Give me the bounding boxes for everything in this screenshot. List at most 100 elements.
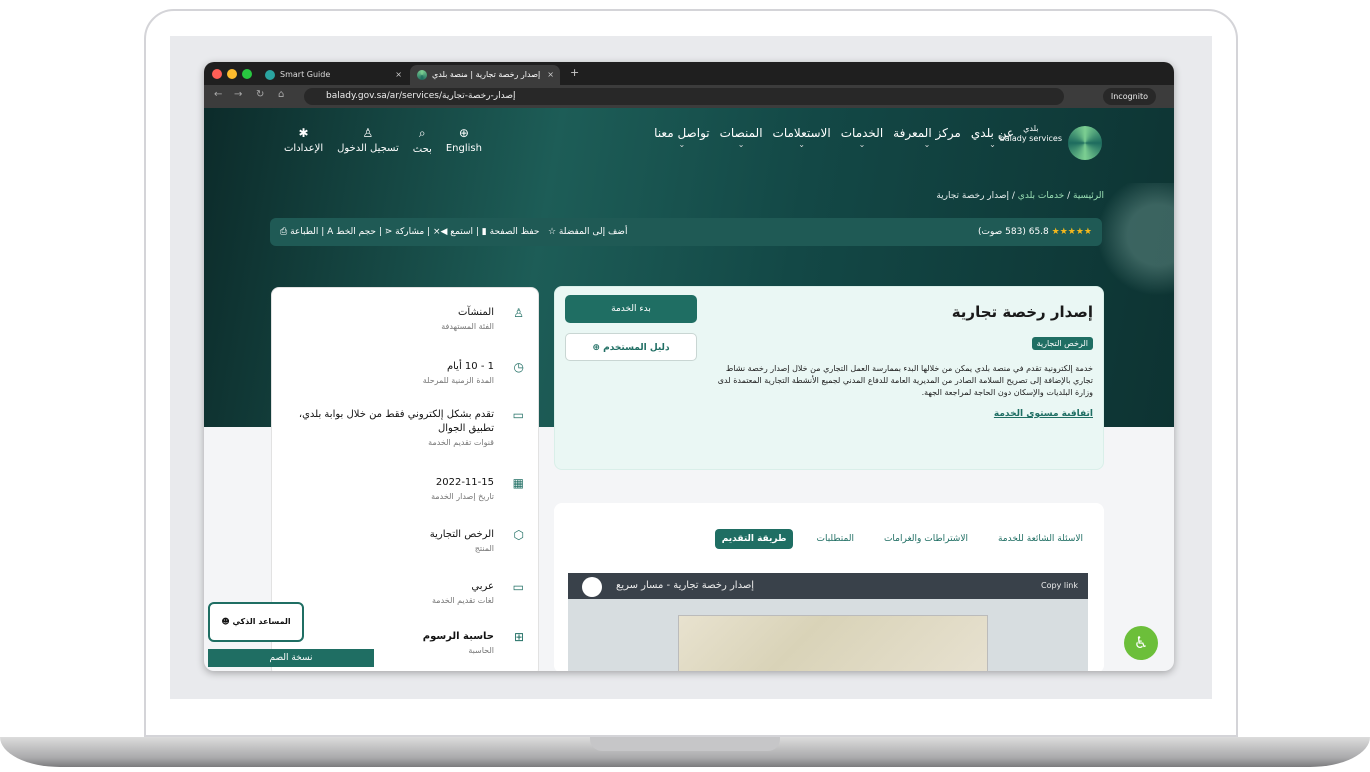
monitor-icon: ▭ (512, 580, 524, 594)
nav-contact[interactable]: تواصل معنا ⌄ (654, 126, 709, 149)
tool-label: بحث (412, 144, 432, 155)
user-icon: ♙ (513, 306, 524, 320)
palm-decoration (1094, 183, 1174, 313)
tab-how-to-apply[interactable]: طريقة التقديم (714, 529, 794, 549)
nav-platforms[interactable]: المنصات ⌄ (720, 126, 763, 149)
service-title: إصدار رخصة تجارية (951, 303, 1093, 321)
nav-label: مركز المعرفة (893, 126, 961, 140)
service-description: خدمة إلكترونية تقدم في منصة بلدي يمكن من… (717, 364, 1093, 397)
tab-requirements[interactable]: المتطلبات (809, 529, 860, 549)
user-guide-button[interactable]: ⊕ دليل المستخدم (565, 333, 697, 361)
info-title: عربي (471, 581, 494, 592)
box-icon: ⬡ (513, 528, 524, 542)
nav-about[interactable]: عن بلدي ⌄ (971, 126, 1014, 149)
info-sub: تاريخ إصدار الخدمة (431, 492, 494, 501)
smart-assistant-button[interactable]: ☻ المساعد الذكي (208, 602, 304, 642)
service-card: إصدار رخصة تجارية الرخص التجارية خدمة إل… (554, 286, 1104, 470)
incognito-label: Incognito (1110, 92, 1148, 101)
tab-close-icon[interactable]: × (547, 65, 554, 85)
listen-button[interactable]: استمع (450, 227, 473, 237)
info-channels: ▭ تقدم بشكل إلكتروني فقط من خلال بوابة بل… (284, 408, 524, 449)
chevron-down-icon: ⌄ (737, 140, 745, 149)
tab-title: Smart Guide (280, 70, 331, 79)
content-tabs: طريقة التقديم المتطلبات الاشتراطات والغر… (714, 529, 1090, 549)
breadcrumb: الرئيسية / خدمات بلدي / إصدار رخصة تجاري… (936, 191, 1104, 201)
nav-knowledge[interactable]: مركز المعرفة ⌄ (893, 126, 961, 149)
nav-services[interactable]: الخدمات ⌄ (841, 126, 883, 149)
tab-close-icon[interactable]: × (395, 65, 402, 85)
maximize-window-icon[interactable] (242, 69, 252, 79)
info-title: المنشآت (457, 307, 494, 318)
tab-conditions[interactable]: الاشتراطات والغرامات (877, 529, 975, 549)
nav-inquiries[interactable]: الاستعلامات ⌄ (773, 126, 831, 149)
info-title: تقدم بشكل إلكتروني فقط من خلال بوابة بلد… (298, 409, 494, 434)
back-icon[interactable]: ← (214, 89, 222, 100)
rating-votes: (583 صوت) (978, 227, 1026, 237)
info-target: ♙ المنشآت الفئة المستهدفة (284, 306, 524, 333)
url-input[interactable]: balady.gov.sa/ar/services/إصدار-رخصة-تجا… (304, 88, 1064, 105)
rating[interactable]: ★★★★★ 65.8 (583 صوت) (978, 218, 1092, 246)
incognito-indicator[interactable]: Incognito (1102, 88, 1156, 105)
chevron-down-icon: ⌄ (678, 140, 686, 149)
forward-icon[interactable]: → (234, 89, 242, 100)
video-player[interactable]: إصدار رخصة تجارية - مسار سريع Copy link (568, 573, 1088, 671)
info-product: ⬡ الرخص التجارية المنتج (284, 528, 524, 555)
login-button[interactable]: ♙ تسجيل الدخول (337, 126, 399, 155)
search-button[interactable]: ⌕ بحث (413, 126, 432, 155)
chevron-down-icon: ⌄ (858, 140, 866, 149)
home-icon[interactable]: ⌂ (278, 89, 284, 100)
info-title: 1 - 10 أيام (446, 361, 494, 372)
address-bar-row: ← → ↻ ⌂ balady.gov.sa/ar/services/إصدار-… (204, 85, 1174, 108)
accessibility-icon[interactable]: ♿ (1124, 626, 1158, 660)
chevron-down-icon: ⌄ (989, 140, 996, 149)
tab-bar: Smart Guide × إصدار رخصة تجارية | منصة ب… (204, 62, 1174, 85)
tab-favicon-icon (417, 70, 427, 80)
nav-label: تواصل معنا (654, 126, 710, 140)
breadcrumb-home[interactable]: الرئيسية (1073, 191, 1104, 201)
sla-link[interactable]: اتفاقية مستوى الخدمة (994, 409, 1093, 419)
close-window-icon[interactable] (212, 69, 222, 79)
minimize-window-icon[interactable] (227, 69, 237, 79)
assistant-label: المساعد الذكي (232, 617, 291, 626)
calculator-icon: ⊞ (513, 630, 524, 644)
star-icon: ★★★★★ (1051, 227, 1092, 237)
tab-faq[interactable]: الاسئلة الشائعة للخدمة (991, 529, 1090, 549)
search-icon: ⌕ (418, 126, 426, 140)
info-date: ▦ 2022-11-15 تاريخ إصدار الخدمة (284, 476, 524, 503)
main-nav: عن بلدي ⌄ مركز المعرفة ⌄ الخدمات ⌄ الاستعلا… (654, 126, 1014, 149)
download-icon: ⊕ (592, 343, 604, 353)
nav-label: الخدمات (840, 126, 884, 140)
copy-link-button[interactable]: Copy link (1041, 573, 1078, 599)
font-size-button[interactable]: حجم الخط (336, 227, 376, 237)
info-sub: الفئة المستهدفة (441, 322, 494, 331)
balady-logo[interactable] (1068, 126, 1102, 160)
laptop-notch (590, 737, 780, 751)
share-button[interactable]: مشاركة (395, 227, 424, 237)
start-service-button[interactable]: بدء الخدمة (565, 295, 697, 323)
new-tab-button[interactable]: + (570, 66, 579, 79)
save-page-button[interactable]: حفظ الصفحة (490, 227, 540, 237)
user-icon: ♙ (362, 126, 374, 140)
header-tools: ✱ الإعدادات ♙ تسجيل الدخول ⌕ بحث ⊕ English (284, 126, 482, 155)
reload-icon[interactable]: ↻ (256, 89, 264, 100)
robot-icon: ☻ (221, 617, 233, 626)
rating-value: 65.8 (1028, 227, 1049, 237)
browser-tab-smart-guide[interactable]: Smart Guide × (258, 65, 408, 85)
action-bar: ★★★★★ 65.8 (583 صوت) أضف إلى المفضلة ☆ ح… (270, 218, 1102, 246)
deaf-version-bar[interactable]: نسخة الصم (208, 649, 374, 667)
print-button[interactable]: الطباعة (290, 227, 318, 237)
clock-icon: ◷ (513, 360, 524, 374)
browser-tab-balady[interactable]: إصدار رخصة تجارية | منصة بلدي × (410, 65, 560, 85)
tool-label: English (445, 143, 482, 154)
info-sub: لغات تقديم الخدمة (432, 596, 494, 605)
language-button[interactable]: ⊕ English (446, 126, 482, 155)
nav-label: الاستعلامات (772, 126, 831, 140)
breadcrumb-current: إصدار رخصة تجارية (936, 191, 1010, 201)
settings-button[interactable]: ✱ الإعدادات (284, 126, 323, 155)
video-title-bar: إصدار رخصة تجارية - مسار سريع Copy link (568, 573, 1088, 599)
tab-title: إصدار رخصة تجارية | منصة بلدي (432, 70, 541, 79)
tool-label: تسجيل الدخول (337, 143, 399, 154)
guide-label: دليل المستخدم (603, 343, 670, 353)
add-favorite-button[interactable]: أضف إلى المفضلة (559, 227, 628, 237)
breadcrumb-services[interactable]: خدمات بلدي (1018, 191, 1064, 201)
